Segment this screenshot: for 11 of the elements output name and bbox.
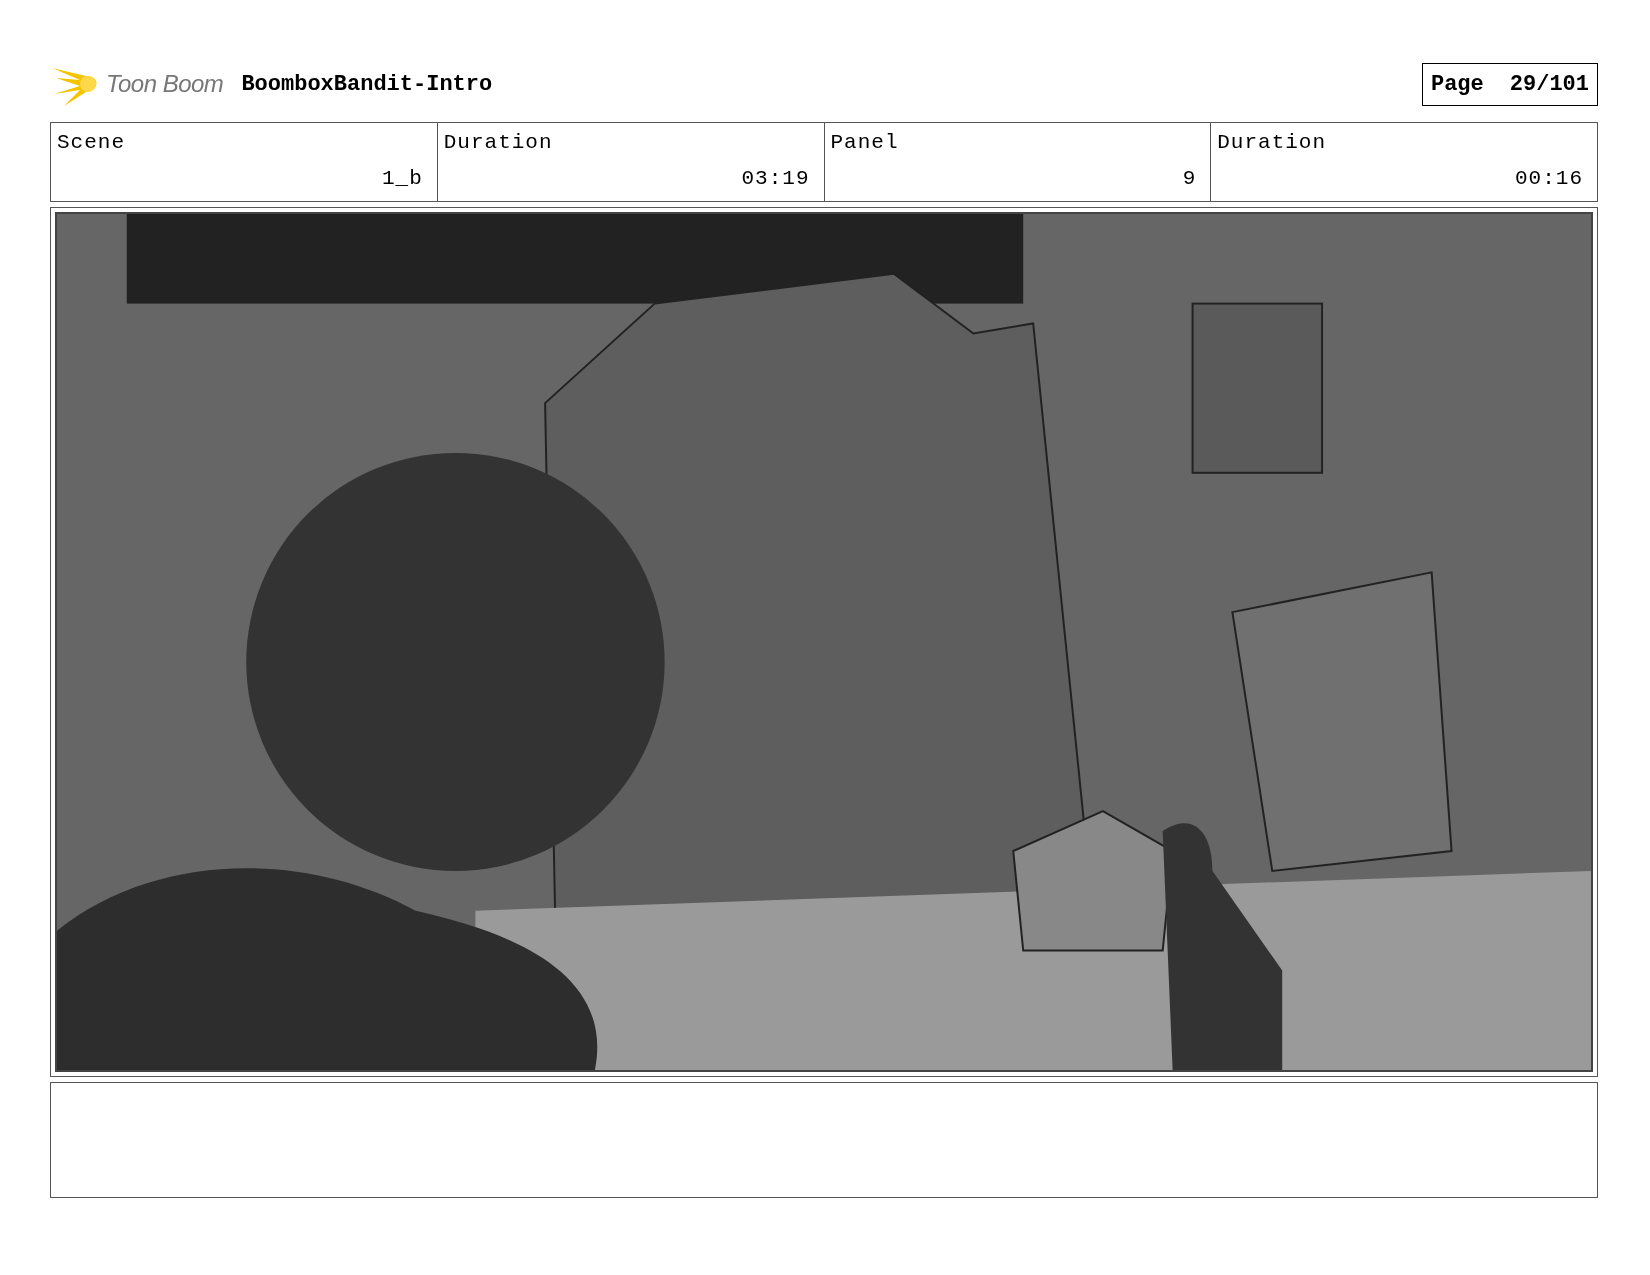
field-value: 9	[1182, 165, 1197, 192]
field-label: Duration	[1217, 130, 1327, 156]
field-label: Duration	[443, 130, 553, 156]
field-value: 00:16	[1515, 165, 1583, 192]
document-title: BoomboxBandit-Intro	[241, 70, 493, 99]
field-label: Scene	[57, 130, 125, 156]
page-counter: Page 29/101	[1421, 62, 1598, 106]
field-label: Panel	[830, 130, 899, 156]
field-value: 1_b	[381, 165, 423, 192]
field-value: 03:19	[741, 165, 810, 192]
logo-text: Toon Boom	[106, 69, 224, 99]
